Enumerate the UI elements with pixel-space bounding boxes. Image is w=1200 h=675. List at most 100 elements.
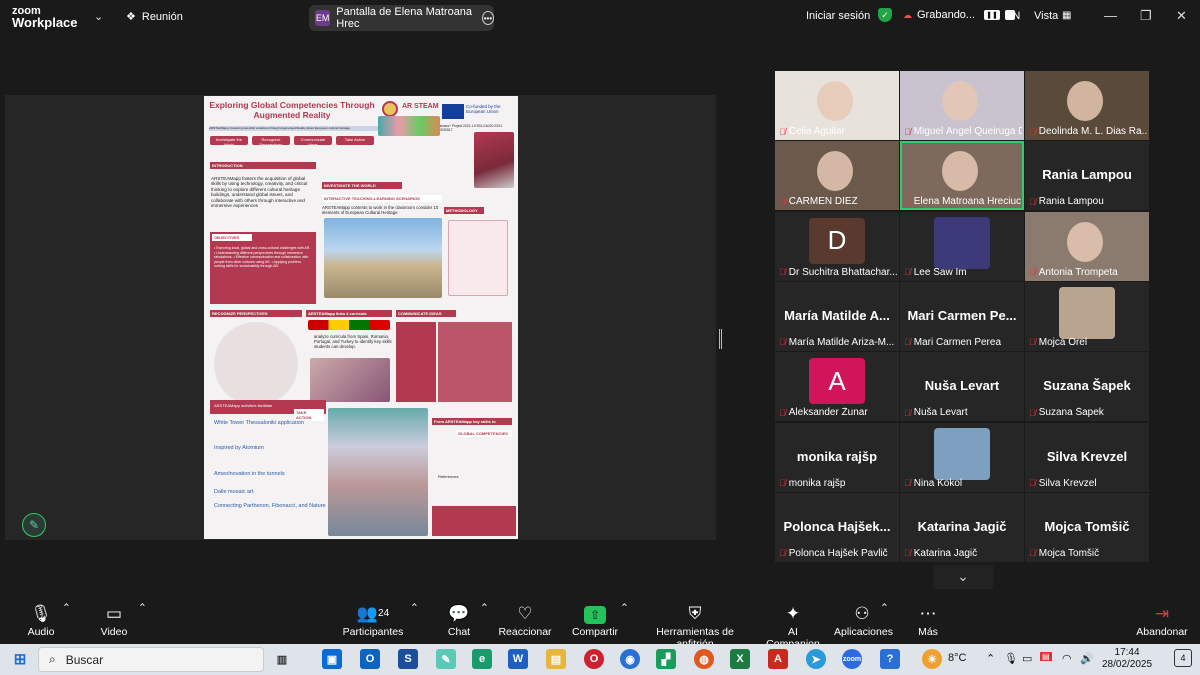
mic-tray-icon[interactable]: 🎙 bbox=[1004, 652, 1018, 665]
help-icon[interactable]: ? bbox=[880, 649, 900, 669]
app-green-icon[interactable]: ▞ bbox=[656, 649, 676, 669]
participants-button[interactable]: 👥24 Participantes bbox=[340, 602, 406, 638]
participant-tile[interactable]: Suzana Šapek 🎙̸ Suzana Šapek bbox=[1025, 352, 1149, 422]
leave-button[interactable]: ⇥ Abandonar bbox=[1134, 602, 1190, 638]
participant-tile[interactable]: 🎙̸ Lee Saw Im bbox=[900, 211, 1024, 281]
participant-tile[interactable]: Rania Lampou 🎙̸ Rania Lampou bbox=[1025, 141, 1149, 211]
poster-title: Exploring Global Competencies Through Au… bbox=[209, 100, 375, 120]
gallery-next-page-icon[interactable]: ⌄ bbox=[933, 565, 993, 589]
minimize-icon[interactable]: — bbox=[1104, 8, 1117, 23]
grid-view-icon[interactable]: ▦ bbox=[1062, 10, 1071, 21]
participant-name: Mojca Orel bbox=[1038, 336, 1088, 348]
calendar-tray-icon[interactable]: ▤ bbox=[1040, 652, 1052, 661]
participant-tile[interactable]: 🎙̸ Antonia Trompeta bbox=[1025, 211, 1149, 281]
audio-options-caret[interactable]: ⌃ bbox=[62, 602, 71, 614]
chat-options-caret[interactable]: ⌃ bbox=[480, 602, 489, 614]
store-icon[interactable]: ▣ bbox=[322, 649, 342, 669]
participants-options-caret[interactable]: ⌃ bbox=[410, 602, 419, 614]
tray-chevron-icon[interactable]: ⌃ bbox=[986, 652, 995, 665]
chat-icon: 💬 bbox=[448, 604, 470, 623]
ai-companion-button[interactable]: ✦ AI Companion bbox=[760, 602, 826, 650]
weather-icon[interactable]: ☀ bbox=[922, 649, 942, 669]
participant-tile[interactable]: 🎙̸ Celia Aguilar bbox=[775, 71, 899, 140]
audio-button[interactable]: 🎙 Audio bbox=[26, 602, 56, 638]
host-tools-button[interactable]: ⛨ Herramientas de anfitrión bbox=[638, 602, 752, 650]
notifications-button[interactable]: 4 bbox=[1174, 649, 1192, 667]
participant-name-label: 🎙̸ Mari Carmen Perea bbox=[904, 337, 1022, 348]
annotate-pen-icon[interactable]: ✎ bbox=[22, 513, 46, 537]
search-placeholder: Buscar bbox=[65, 652, 104, 667]
video-button[interactable]: ▭ Video bbox=[98, 602, 130, 638]
muted-mic-icon: 🎙̸ bbox=[904, 337, 911, 348]
muted-mic-icon: 🎙̸ bbox=[904, 126, 911, 137]
apps-options-caret[interactable]: ⌃ bbox=[880, 602, 889, 614]
camera-icon: ▭ bbox=[105, 604, 123, 623]
windows-start-icon[interactable]: ⊞ bbox=[10, 649, 30, 669]
task-view-icon[interactable]: ▥ bbox=[272, 649, 292, 669]
react-button[interactable]: ♡ Reaccionar bbox=[498, 602, 552, 638]
taskbar-clock[interactable]: 17:44 28/02/2025 bbox=[1102, 647, 1152, 671]
taskbar-search[interactable]: ⌕ Buscar bbox=[38, 647, 264, 672]
app-pen-icon[interactable]: ✎ bbox=[436, 649, 456, 669]
more-options-icon[interactable]: ••• bbox=[481, 11, 494, 25]
opera-icon[interactable]: O bbox=[584, 649, 604, 669]
participant-tile[interactable]: 🎙̸ CARMEN DIEZ bbox=[775, 141, 899, 211]
volume-icon[interactable]: 🔊 bbox=[1080, 652, 1094, 665]
chat-button[interactable]: 💬 Chat bbox=[444, 602, 474, 638]
share-options-caret[interactable]: ⌃ bbox=[620, 602, 629, 614]
participant-tile[interactable]: A 🎙̸ Aleksander Žunar bbox=[775, 352, 899, 422]
acrobat-icon[interactable]: A bbox=[768, 649, 788, 669]
participant-tile[interactable]: 🎙̸ Mojca Orel bbox=[1025, 281, 1149, 351]
participant-tile[interactable]: 🎙̸ Elena Matroana Hreciuc bbox=[900, 141, 1024, 211]
participant-tile[interactable]: monika rajšp 🎙̸ monika rajšp bbox=[775, 422, 899, 492]
video-options-caret[interactable]: ⌃ bbox=[138, 602, 147, 614]
shield-check-icon: ✓ bbox=[878, 8, 892, 22]
participant-name: Mojca Tomšič bbox=[1038, 547, 1100, 559]
muted-mic-icon: 🎙̸ bbox=[904, 196, 911, 207]
more-button[interactable]: ⋯ Más bbox=[914, 602, 942, 638]
participant-tile[interactable]: Polonca Hajšek... 🎙̸ Polonca Hajšek Pavlič bbox=[775, 492, 899, 562]
participant-tile[interactable]: Mari Carmen Pe... 🎙̸ Mari Carmen Perea bbox=[900, 281, 1024, 351]
participant-tile[interactable]: D 🎙̸ Dr Suchitra Bhattachar... bbox=[775, 211, 899, 281]
meeting-info-button[interactable]: ❖ Reunión bbox=[126, 10, 183, 24]
participant-tile[interactable]: 🎙̸Miguel Ángel Queiruga Di... bbox=[900, 71, 1024, 140]
excel-icon[interactable]: X bbox=[730, 649, 750, 669]
participant-name: Antonia Trompeta bbox=[1038, 266, 1118, 278]
participant-tile[interactable]: 🎙̸ Deolinda M. L. Dias Ra... bbox=[1025, 71, 1149, 140]
recording-label: Grabando... bbox=[917, 9, 976, 21]
zoom-taskbar-icon[interactable]: zoom bbox=[842, 649, 862, 669]
battery-icon[interactable]: ▭ bbox=[1022, 652, 1032, 665]
participant-tile[interactable]: 🎙̸ Nina Kokol bbox=[900, 422, 1024, 492]
participant-tile[interactable]: Nuša Levart 🎙̸ Nuša Levart bbox=[900, 352, 1024, 422]
wifi-icon[interactable]: ◠ bbox=[1062, 652, 1072, 665]
participant-tile[interactable]: María Matilde A... 🎙̸ María Matilde Ariza-… bbox=[775, 281, 899, 351]
participant-tile[interactable]: Silva Krevzel 🎙̸ Silva Krevzel bbox=[1025, 422, 1149, 492]
app-s-icon[interactable]: S bbox=[398, 649, 418, 669]
parthenon-image bbox=[324, 218, 442, 298]
participant-name-label: 🎙̸ Mojca Orel bbox=[1029, 337, 1147, 348]
edge-icon[interactable]: e bbox=[472, 649, 492, 669]
methodology-heading: METHODOLOGY bbox=[444, 207, 484, 214]
screen-share-pill[interactable]: EM Pantalla de Elena Matroana Hrec ••• bbox=[309, 5, 494, 31]
pause-recording-button[interactable]: ❚❚ bbox=[984, 10, 1000, 20]
participant-tile[interactable]: Mojca Tomšič 🎙̸ Mojca Tomšič bbox=[1025, 492, 1149, 562]
profile-picture bbox=[1059, 286, 1115, 339]
share-button[interactable]: ⇧ Compartir bbox=[570, 602, 620, 638]
telegram-icon[interactable]: ➤ bbox=[806, 649, 826, 669]
word-icon[interactable]: W bbox=[508, 649, 528, 669]
app-blue-icon[interactable]: ◉ bbox=[620, 649, 640, 669]
view-button[interactable]: Vista bbox=[1034, 10, 1058, 22]
participant-tile[interactable]: Katarina Jagič 🎙̸ Katarina Jagič bbox=[900, 492, 1024, 562]
firefox-icon[interactable]: ◍ bbox=[694, 649, 714, 669]
file-explorer-icon[interactable]: ▤ bbox=[546, 649, 566, 669]
outlook-icon[interactable]: O bbox=[360, 649, 380, 669]
participant-name: Polonca Hajšek Pavlič bbox=[788, 547, 888, 559]
share-screen-icon: ⇧ bbox=[584, 606, 606, 624]
splitter-handle[interactable] bbox=[719, 329, 722, 349]
restore-icon[interactable]: ❐ bbox=[1140, 8, 1152, 24]
participant-name-label: 🎙̸ Celia Aguilar bbox=[779, 126, 897, 137]
chevron-down-icon[interactable]: ⌄ bbox=[94, 10, 103, 23]
language-button[interactable]: EN bbox=[1005, 10, 1020, 22]
signin-link[interactable]: Iniciar sesión bbox=[806, 10, 870, 22]
close-icon[interactable]: ✕ bbox=[1176, 8, 1187, 24]
